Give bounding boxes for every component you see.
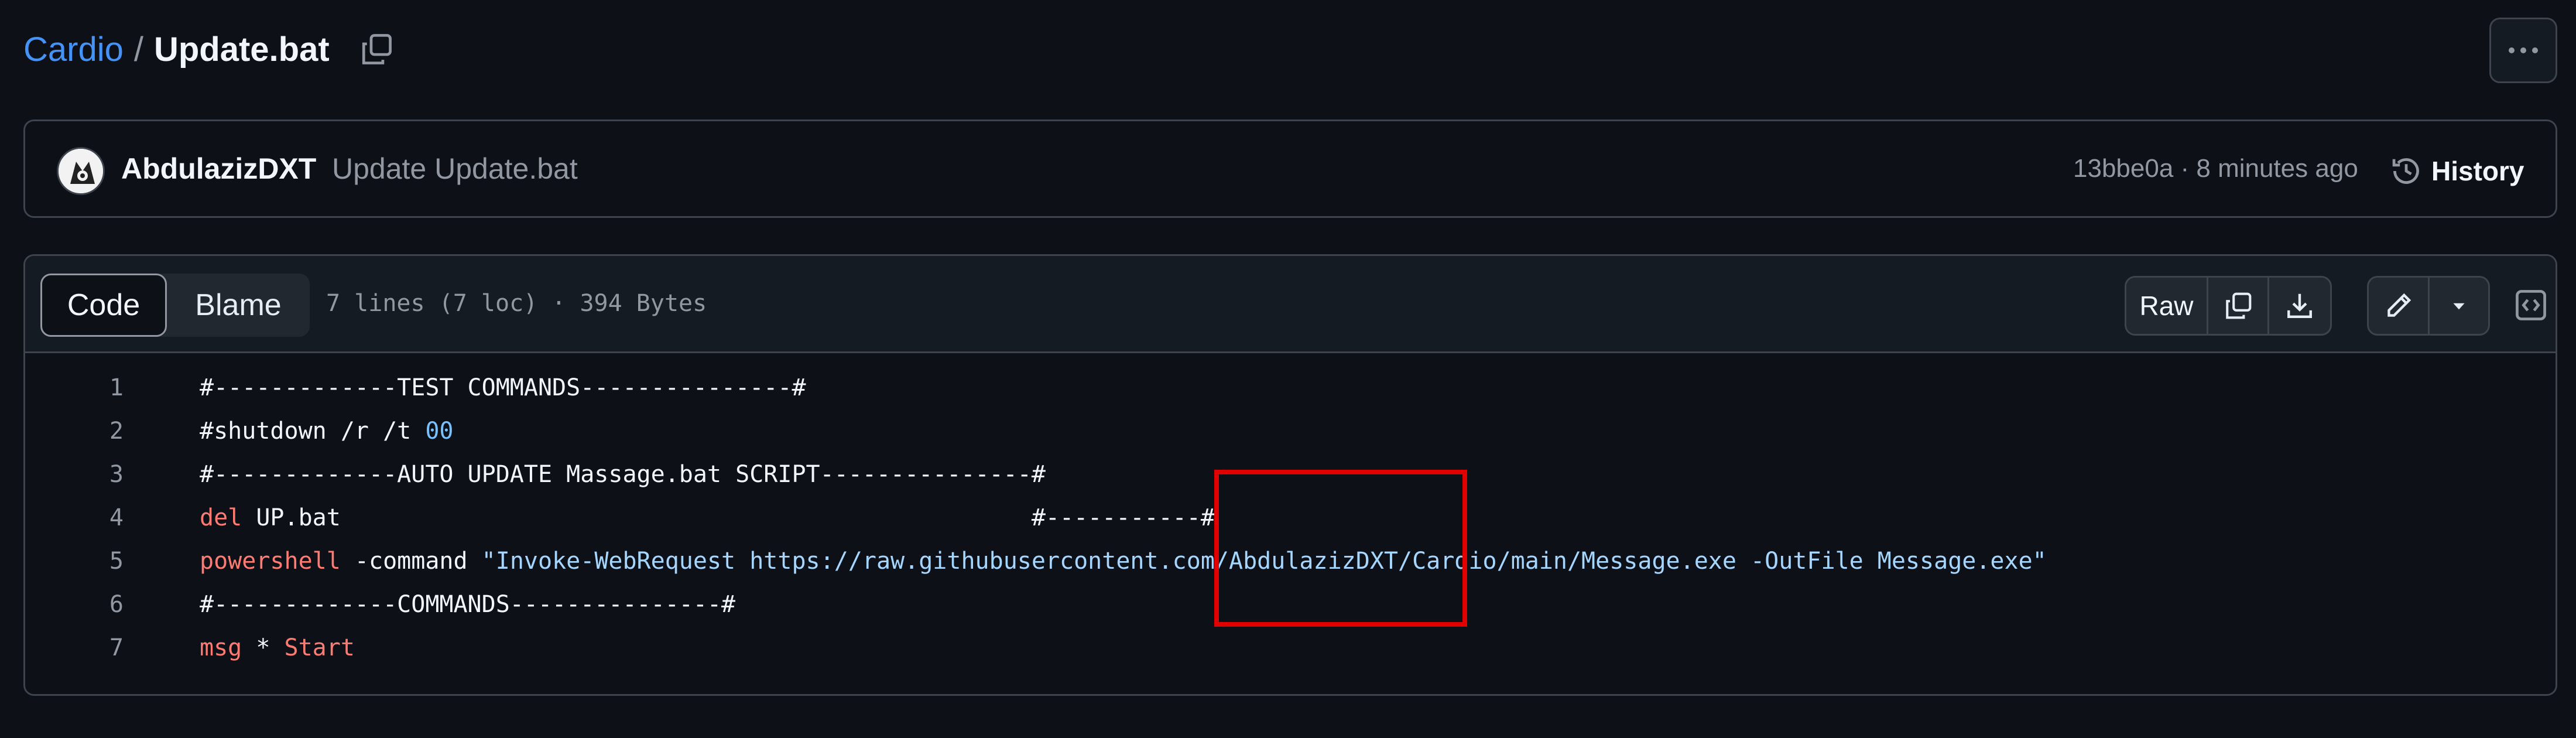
line-number[interactable]: 6 bbox=[25, 583, 124, 626]
code-token: del bbox=[200, 504, 242, 531]
edit-group bbox=[2367, 276, 2490, 336]
symbols-icon bbox=[2516, 290, 2546, 320]
kebab-icon bbox=[2509, 47, 2538, 53]
file-toolbar: Code Blame 7 lines (7 loc) · 394 Bytes R… bbox=[25, 256, 2556, 353]
view-mode-switch: Code Blame bbox=[40, 274, 310, 337]
code-text: del UP.bat #-----------# bbox=[200, 496, 1215, 539]
line-number[interactable]: 4 bbox=[25, 496, 124, 539]
download-button[interactable] bbox=[2269, 278, 2330, 334]
commit-author[interactable]: AbdulazizDXT bbox=[121, 152, 316, 186]
copy-icon bbox=[2225, 292, 2251, 319]
pencil-icon bbox=[2387, 293, 2411, 317]
breadcrumb-repo-link[interactable]: Cardio bbox=[23, 30, 124, 69]
more-options-button[interactable] bbox=[2489, 18, 2557, 83]
code-token: 00 bbox=[425, 418, 454, 445]
chevron-down-icon bbox=[2453, 303, 2465, 310]
line-number[interactable]: 1 bbox=[25, 366, 124, 409]
code-token: -command bbox=[340, 548, 482, 575]
code-text: #-------------COMMANDS---------------# bbox=[200, 583, 735, 626]
history-button[interactable]: History bbox=[2390, 146, 2524, 196]
code-text: powershell -command "Invoke-WebRequest h… bbox=[200, 539, 2047, 583]
code-token: #-------------AUTO UPDATE Massage.bat SC… bbox=[200, 461, 1046, 488]
tab-code[interactable]: Code bbox=[40, 274, 167, 337]
breadcrumb: Cardio / Update.bat bbox=[23, 26, 395, 73]
edit-button[interactable] bbox=[2369, 278, 2430, 334]
line-number[interactable]: 7 bbox=[25, 626, 124, 669]
commit-meta[interactable]: 13bbe0a · 8 minutes ago bbox=[2073, 154, 2358, 183]
line-number[interactable]: 3 bbox=[25, 453, 124, 496]
code-token: msg bbox=[200, 634, 242, 661]
code-token: powershell bbox=[200, 548, 341, 575]
copy-raw-button[interactable] bbox=[2208, 278, 2269, 334]
code-token: #-------------COMMANDS---------------# bbox=[200, 591, 736, 618]
code-line: 1 #-------------TEST COMMANDS------------… bbox=[25, 366, 2556, 409]
history-label: History bbox=[2431, 156, 2524, 186]
code-line: 2 #shutdown /r /t 00 bbox=[25, 409, 2556, 453]
raw-button[interactable]: Raw bbox=[2126, 278, 2208, 334]
breadcrumb-separator: / bbox=[133, 30, 143, 69]
edit-dropdown-button[interactable] bbox=[2430, 278, 2488, 334]
download-icon bbox=[2287, 293, 2312, 318]
avatar[interactable] bbox=[57, 147, 105, 195]
code-token: #-------------TEST COMMANDS-------------… bbox=[200, 374, 806, 401]
commit-message[interactable]: Update Update.bat bbox=[332, 152, 578, 186]
copy-path-icon[interactable] bbox=[358, 30, 395, 68]
code-text: #-------------AUTO UPDATE Massage.bat SC… bbox=[200, 453, 1046, 496]
history-icon bbox=[2392, 158, 2419, 184]
highlight-annotation-box bbox=[1214, 470, 1467, 627]
line-number[interactable]: 2 bbox=[25, 409, 124, 453]
code-text: msg * Start bbox=[200, 626, 355, 669]
code-token: Start bbox=[284, 634, 355, 661]
latest-commit-bar: AbdulazizDXT Update Update.bat 13bbe0a ·… bbox=[23, 119, 2557, 218]
code-token: UP.bat #-----------# bbox=[242, 504, 1215, 531]
code-line: 7 msg * Start bbox=[25, 626, 2556, 669]
raw-copy-download-group: Raw bbox=[2125, 276, 2332, 336]
code-token: * bbox=[242, 634, 285, 661]
code-text: #shutdown /r /t 00 bbox=[200, 409, 453, 453]
code-token: #shutdown /r /t bbox=[200, 418, 426, 445]
line-number[interactable]: 5 bbox=[25, 539, 124, 583]
symbols-panel-button[interactable] bbox=[2512, 286, 2550, 324]
tab-blame[interactable]: Blame bbox=[167, 274, 310, 337]
file-info: 7 lines (7 loc) · 394 Bytes bbox=[326, 290, 707, 317]
breadcrumb-file-name: Update.bat bbox=[153, 30, 330, 69]
code-text: #-------------TEST COMMANDS-------------… bbox=[200, 366, 806, 409]
